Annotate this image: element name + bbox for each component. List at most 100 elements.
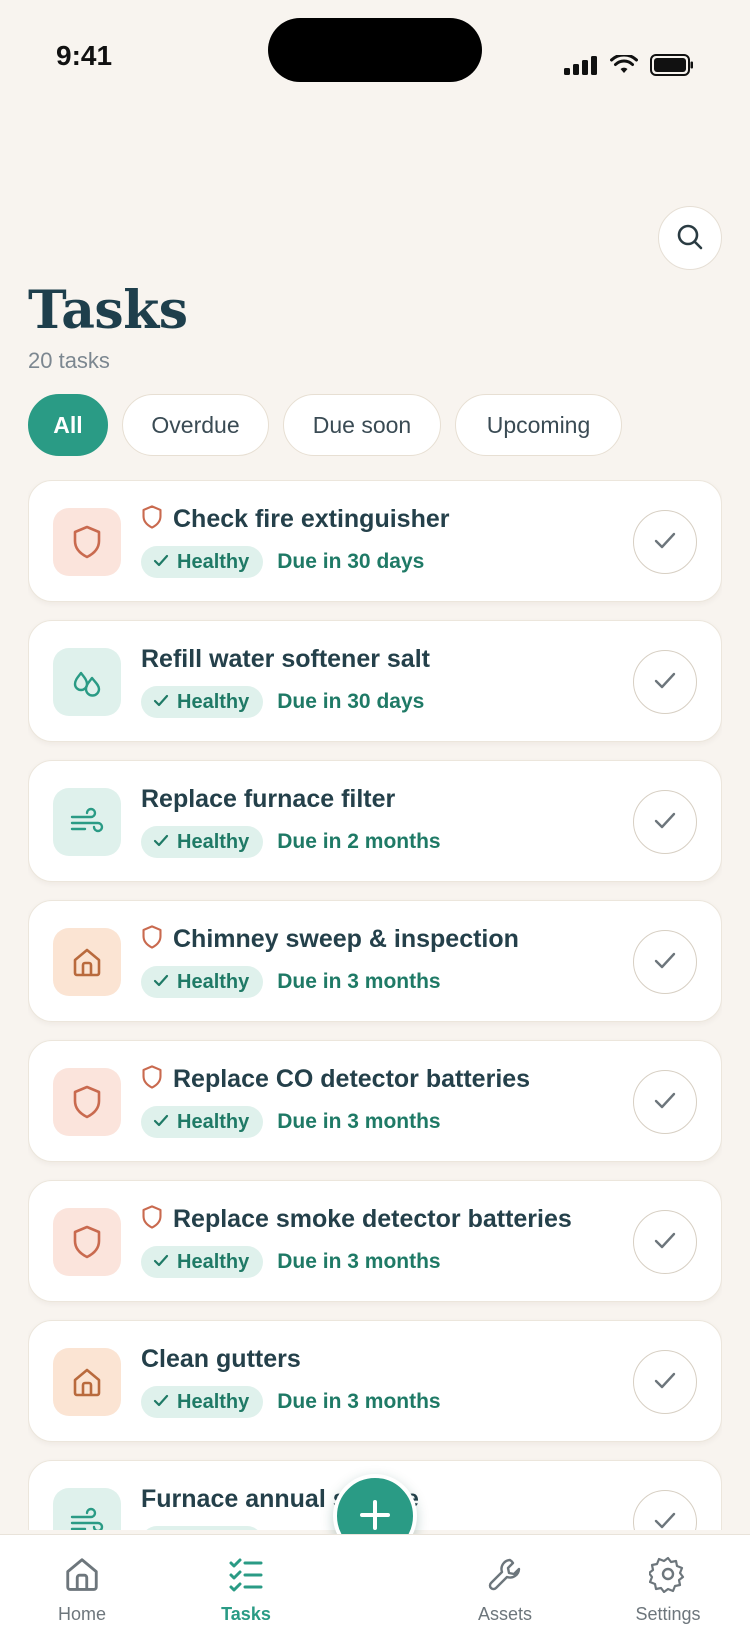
check-icon: [153, 831, 169, 854]
task-meta: Healthy: [141, 1526, 277, 1530]
checkmark-icon: [653, 531, 677, 554]
safety-shield-icon: [141, 925, 163, 954]
safety-shield-icon: [141, 1065, 163, 1094]
home-icon: [63, 1555, 101, 1598]
task-card[interactable]: Refill water softener salt Healthy Due in …: [28, 620, 722, 742]
complete-task-button[interactable]: [633, 1490, 697, 1530]
home-icon: [53, 928, 121, 996]
status-badge: Healthy: [141, 1526, 264, 1530]
task-meta: Healthy Due in 3 months: [141, 1386, 441, 1418]
search-button[interactable]: [658, 206, 722, 270]
check-icon: [153, 1251, 169, 1274]
status-badge-label: Healthy: [177, 1110, 250, 1133]
task-title-row: Refill water softener salt: [141, 645, 430, 674]
tab-settings-label: Settings: [635, 1604, 701, 1624]
filter-chip-upcoming[interactable]: Upcoming: [455, 394, 622, 456]
complete-task-button[interactable]: [633, 1350, 697, 1414]
status-badge-label: Healthy: [177, 830, 250, 853]
safety-shield-icon: [141, 505, 163, 534]
task-title: Refill water softener salt: [141, 645, 430, 673]
complete-task-button[interactable]: [633, 790, 697, 854]
status-badge-label: Healthy: [177, 550, 250, 573]
task-meta: Healthy Due in 3 months: [141, 1106, 441, 1138]
task-card[interactable]: Clean gutters Healthy Due in 3 months: [28, 1320, 722, 1442]
status-badge: Healthy: [141, 546, 264, 578]
tab-tasks-label: Tasks: [221, 1604, 271, 1624]
filter-chips: All Overdue Due soon Upcoming: [28, 394, 622, 456]
complete-task-button[interactable]: [633, 930, 697, 994]
complete-task-button[interactable]: [633, 1070, 697, 1134]
plus-icon: [357, 1497, 393, 1536]
status-badge: Healthy: [141, 1386, 264, 1418]
complete-task-button[interactable]: [633, 650, 697, 714]
task-title: Chimney sweep & inspection: [173, 925, 519, 953]
status-badge-label: Healthy: [177, 1250, 250, 1273]
filter-chip-all[interactable]: All: [28, 394, 108, 456]
task-title: Replace furnace filter: [141, 785, 396, 813]
checkmark-icon: [653, 951, 677, 974]
task-meta: Healthy Due in 3 months: [141, 966, 441, 998]
cellular-signal-icon: [564, 55, 598, 80]
status-badge: Healthy: [141, 966, 264, 998]
task-list: Check fire extinguisher Healthy Due in 30 …: [28, 480, 722, 1530]
battery-icon: [650, 54, 694, 81]
task-meta: Healthy Due in 2 months: [141, 826, 441, 858]
checklist-icon: [227, 1555, 265, 1598]
due-date-label: Due in 3 months: [277, 1110, 441, 1133]
search-icon: [676, 223, 704, 254]
droplets-icon: [53, 648, 121, 716]
safety-shield-icon: [141, 1205, 163, 1234]
task-title-row: Clean gutters: [141, 1345, 301, 1374]
due-date-label: Due in 30 days: [277, 550, 425, 573]
checkmark-icon: [653, 1091, 677, 1114]
tab-settings[interactable]: Settings: [608, 1555, 728, 1625]
complete-task-button[interactable]: [633, 1210, 697, 1274]
check-icon: [153, 1391, 169, 1414]
wrench-icon: [486, 1555, 524, 1598]
task-card[interactable]: Replace CO detector batteries Healthy Due …: [28, 1040, 722, 1162]
task-card[interactable]: Chimney sweep & inspection Healthy Due in …: [28, 900, 722, 1022]
task-count: 20 tasks: [28, 348, 110, 373]
status-bar: 9:41: [0, 0, 750, 120]
gear-icon: [647, 1555, 687, 1598]
shield-icon: [53, 508, 121, 576]
status-badge: Healthy: [141, 686, 264, 718]
filter-chip-due-soon[interactable]: Due soon: [283, 394, 441, 456]
shield-icon: [53, 1208, 121, 1276]
task-title: Replace CO detector batteries: [173, 1065, 531, 1093]
task-meta: Healthy Due in 3 months: [141, 1246, 441, 1278]
task-title-row: Check fire extinguisher: [141, 505, 449, 534]
due-date-label: Due in 3 months: [277, 970, 441, 993]
home-icon: [53, 1348, 121, 1416]
complete-task-button[interactable]: [633, 510, 697, 574]
task-title: Clean gutters: [141, 1345, 301, 1373]
check-icon: [153, 1111, 169, 1134]
tab-home-label: Home: [57, 1604, 106, 1624]
task-card[interactable]: Replace furnace filter Healthy Due in 2 mo…: [28, 760, 722, 882]
tab-tasks[interactable]: Tasks: [186, 1555, 306, 1625]
status-badge: Healthy: [141, 1246, 264, 1278]
task-card[interactable]: Replace smoke detector batteries Healthy D…: [28, 1180, 722, 1302]
status-badge: Healthy: [141, 1106, 264, 1138]
due-date-label: Due in 30 days: [277, 690, 425, 713]
tab-assets[interactable]: Assets: [445, 1555, 565, 1625]
task-meta: Healthy Due in 30 days: [141, 686, 424, 718]
due-date-label: Due in 3 months: [277, 1250, 441, 1273]
due-date-label: Due in 2 months: [277, 830, 441, 853]
task-meta: Healthy Due in 30 days: [141, 546, 424, 578]
tab-home[interactable]: Home: [22, 1555, 142, 1625]
checkmark-icon: [653, 1231, 677, 1254]
wind-icon: [53, 788, 121, 856]
status-badge-label: Healthy: [177, 690, 250, 713]
task-card[interactable]: Check fire extinguisher Healthy Due in 30 …: [28, 480, 722, 602]
checkmark-icon: [653, 1371, 677, 1394]
due-date-label: Due in 3 months: [277, 1390, 441, 1413]
task-title-row: Chimney sweep & inspection: [141, 925, 519, 954]
check-icon: [153, 971, 169, 994]
wind-icon: [53, 1488, 121, 1530]
check-icon: [153, 691, 169, 714]
filter-chip-overdue[interactable]: Overdue: [122, 394, 269, 456]
status-badge-label: Healthy: [177, 970, 250, 993]
tab-assets-label: Assets: [477, 1604, 533, 1624]
checkmark-icon: [653, 811, 677, 834]
